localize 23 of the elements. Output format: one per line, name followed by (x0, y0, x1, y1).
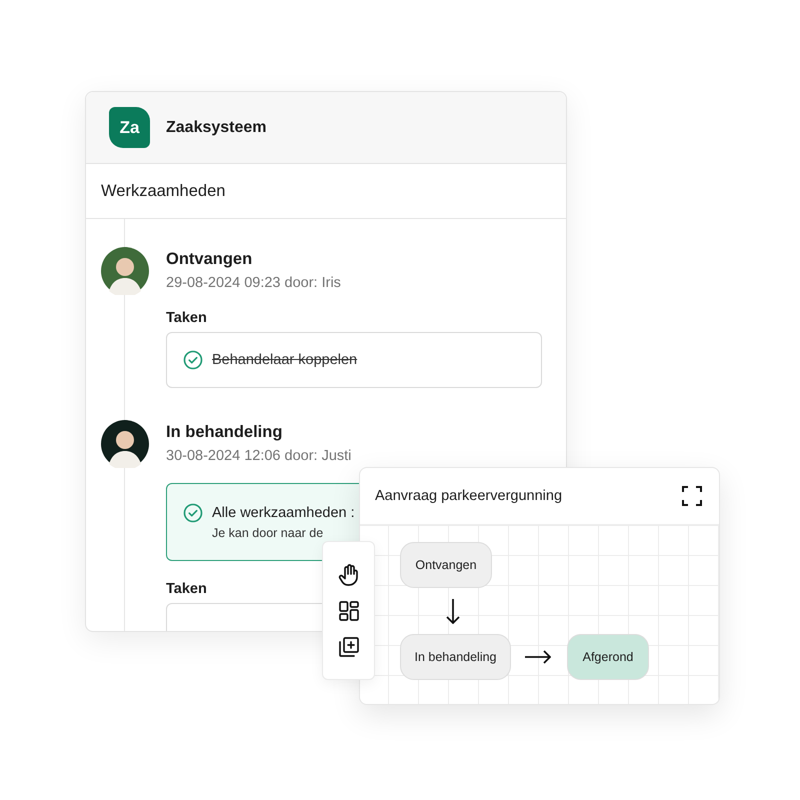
add-layer-icon[interactable] (336, 634, 360, 658)
hand-icon[interactable] (336, 562, 360, 586)
entry-meta: 30-08-2024 12:06 door: Justi (166, 448, 352, 464)
grid-icon[interactable] (336, 598, 360, 622)
tasks-label: Taken (166, 310, 208, 326)
flow-title: Aanvraag parkeervergunning (375, 488, 562, 504)
entry-title: Ontvangen (166, 250, 254, 269)
arrow-down-icon (445, 599, 461, 624)
task-label: Behandelaar koppelen (212, 352, 358, 368)
flow-node[interactable]: Ontvangen (400, 542, 492, 588)
flow-node[interactable]: In behandeling (400, 634, 511, 680)
arrow-right-icon (525, 650, 551, 664)
tasks-label: Taken (166, 581, 208, 597)
app-title: Zaaksysteem (166, 118, 267, 136)
fullscreen-icon[interactable] (682, 486, 702, 506)
alert-title: Alle werkzaamheden : (212, 505, 355, 521)
check-circle-icon (183, 503, 203, 523)
flow-node[interactable]: Afgerond (567, 634, 649, 680)
alert-text: Je kan door naar de (212, 526, 324, 540)
section-title: Werkzaamheden (86, 164, 566, 219)
entry-title: In behandeling (166, 423, 284, 442)
app-logo: Za (109, 107, 150, 148)
entry-meta: 29-08-2024 09:23 door: Iris (166, 275, 342, 291)
